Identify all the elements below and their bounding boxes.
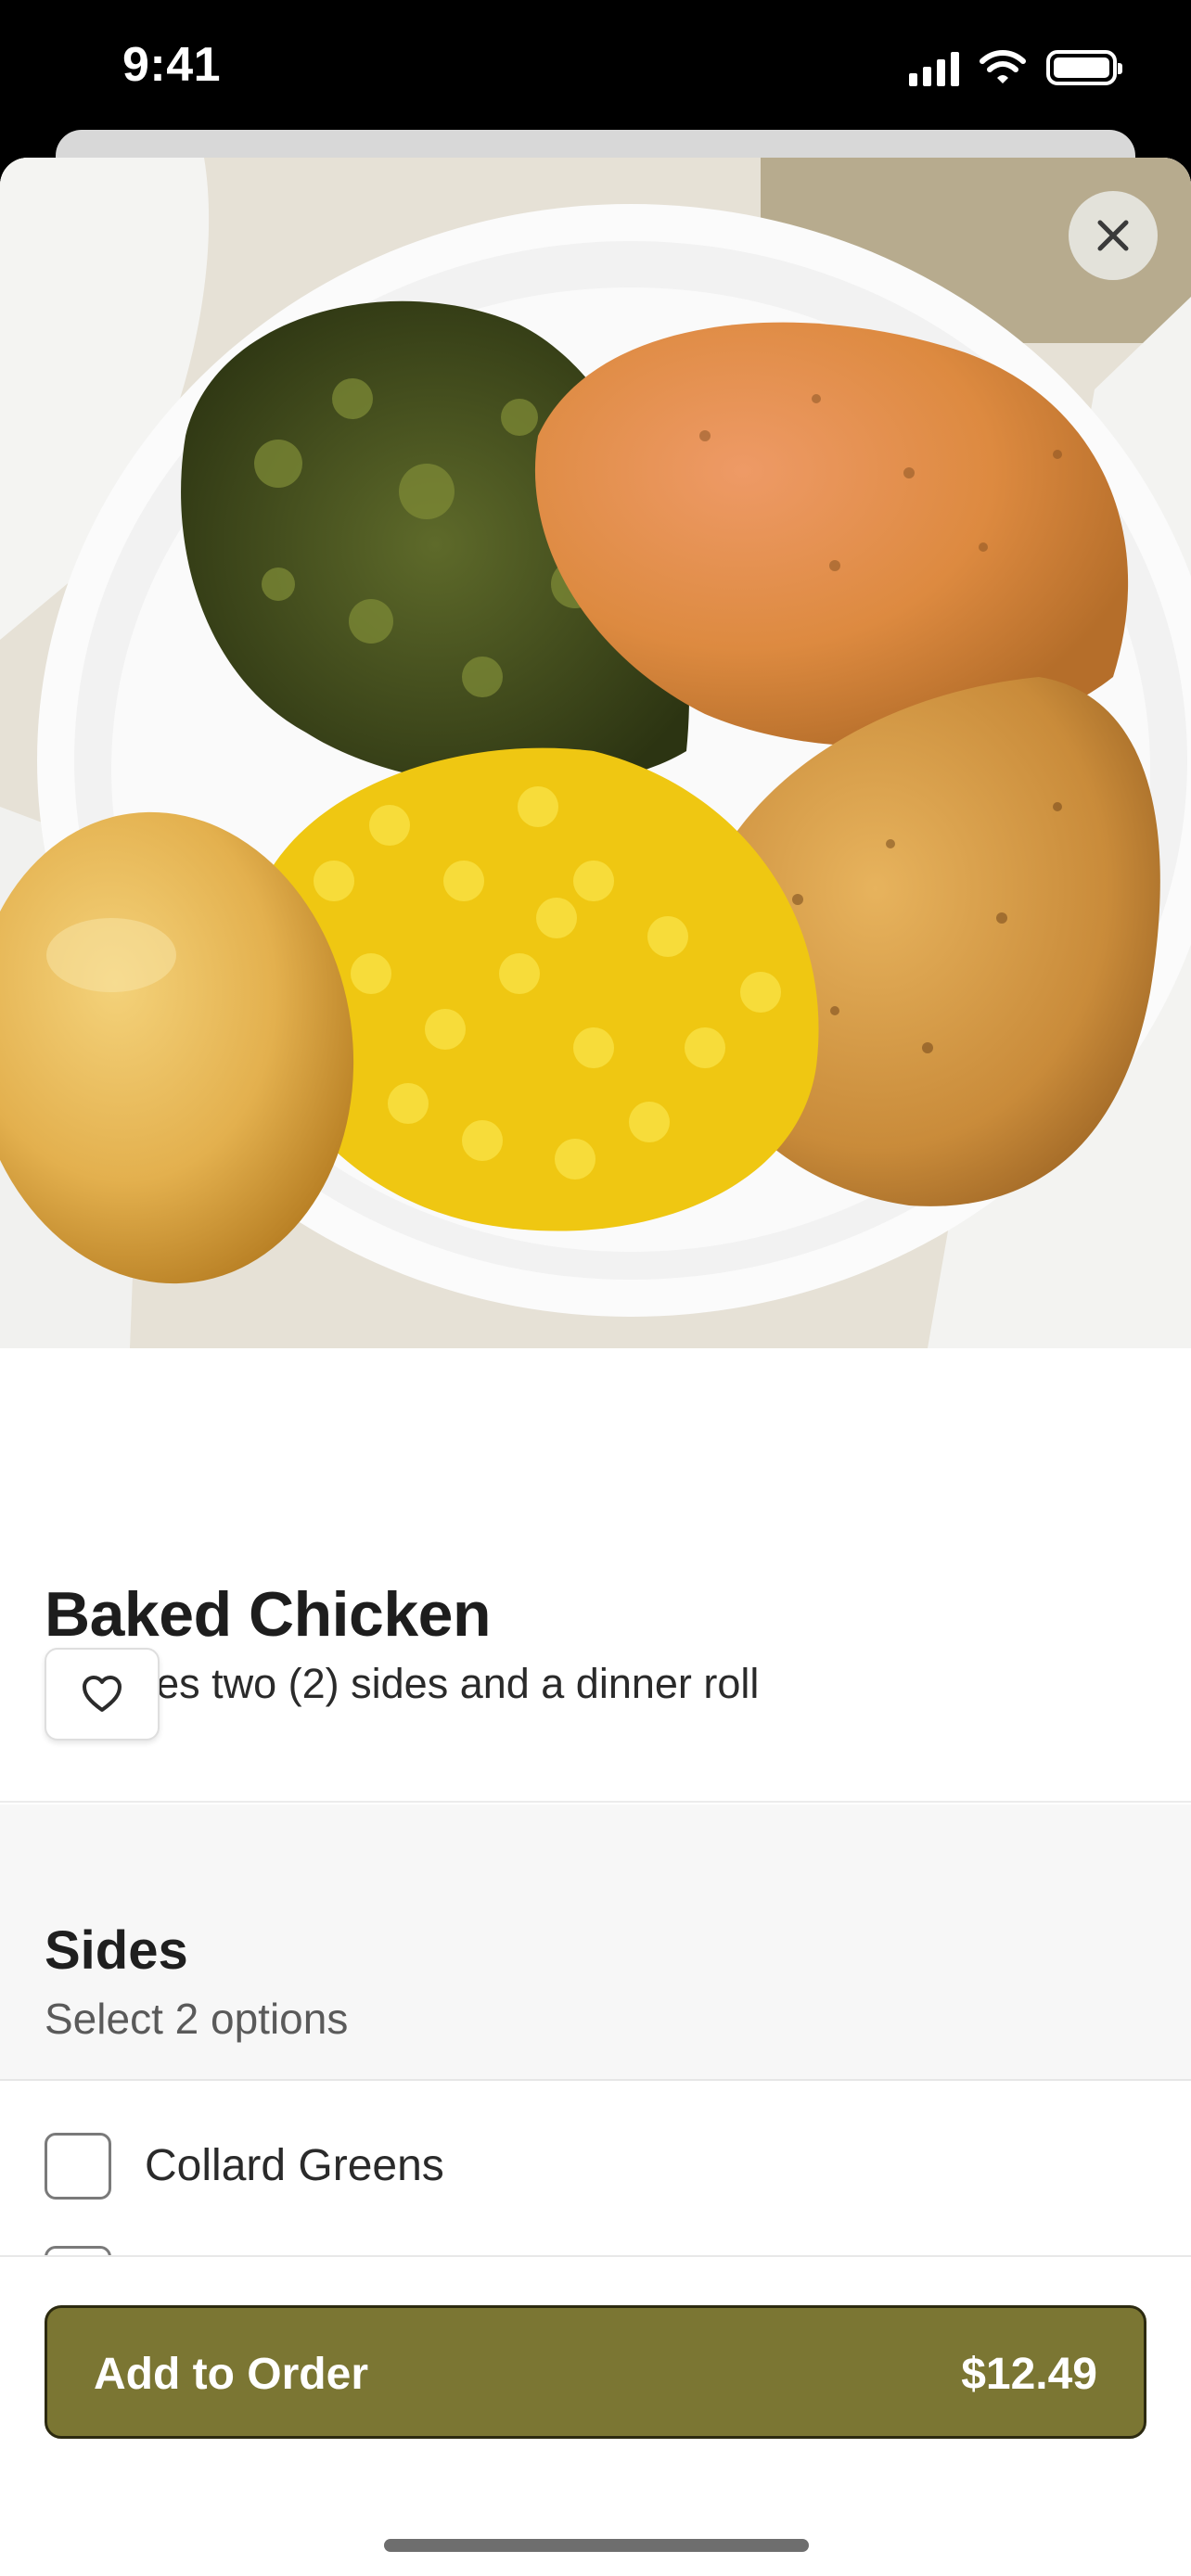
home-indicator[interactable] [384, 2539, 809, 2552]
order-price: $12.49 [961, 2350, 1097, 2399]
status-icons [909, 45, 1122, 91]
item-detail-sheet: Baked Chicken Includes two (2) sides and… [0, 158, 1191, 2576]
wifi-icon [980, 50, 1026, 83]
sides-title: Sides [45, 1920, 188, 1981]
battery-icon [1046, 50, 1122, 85]
favorite-button[interactable] [45, 1648, 160, 1741]
item-info-section: Baked Chicken Includes two (2) sides and… [0, 1348, 1191, 1803]
add-to-order-label: Add to Order [94, 2350, 368, 2399]
order-footer: Add to Order $12.49 [0, 2255, 1191, 2576]
side-option-collard-greens[interactable]: Collard Greens [0, 2112, 1191, 2224]
status-time: 9:41 [122, 38, 222, 92]
cellular-signal-icon [909, 49, 959, 86]
status-bar: 9:41 [0, 0, 1191, 139]
item-title: Baked Chicken [45, 1579, 492, 1650]
add-to-order-button[interactable]: Add to Order $12.49 [45, 2305, 1146, 2439]
item-photo [0, 158, 1191, 1348]
checkbox[interactable] [45, 2133, 111, 2200]
sides-section-header: Sides Select 2 options [0, 1804, 1191, 2081]
food-illustration [0, 158, 1191, 1348]
close-button[interactable] [1069, 191, 1158, 280]
heart-icon [83, 1676, 122, 1712]
app-screen: 9:41 Baked Chicken Includes two (2) side… [0, 0, 1191, 2576]
close-icon [1097, 220, 1129, 251]
option-label: Collard Greens [145, 2141, 444, 2190]
sides-subtitle: Select 2 options [45, 1995, 349, 2043]
